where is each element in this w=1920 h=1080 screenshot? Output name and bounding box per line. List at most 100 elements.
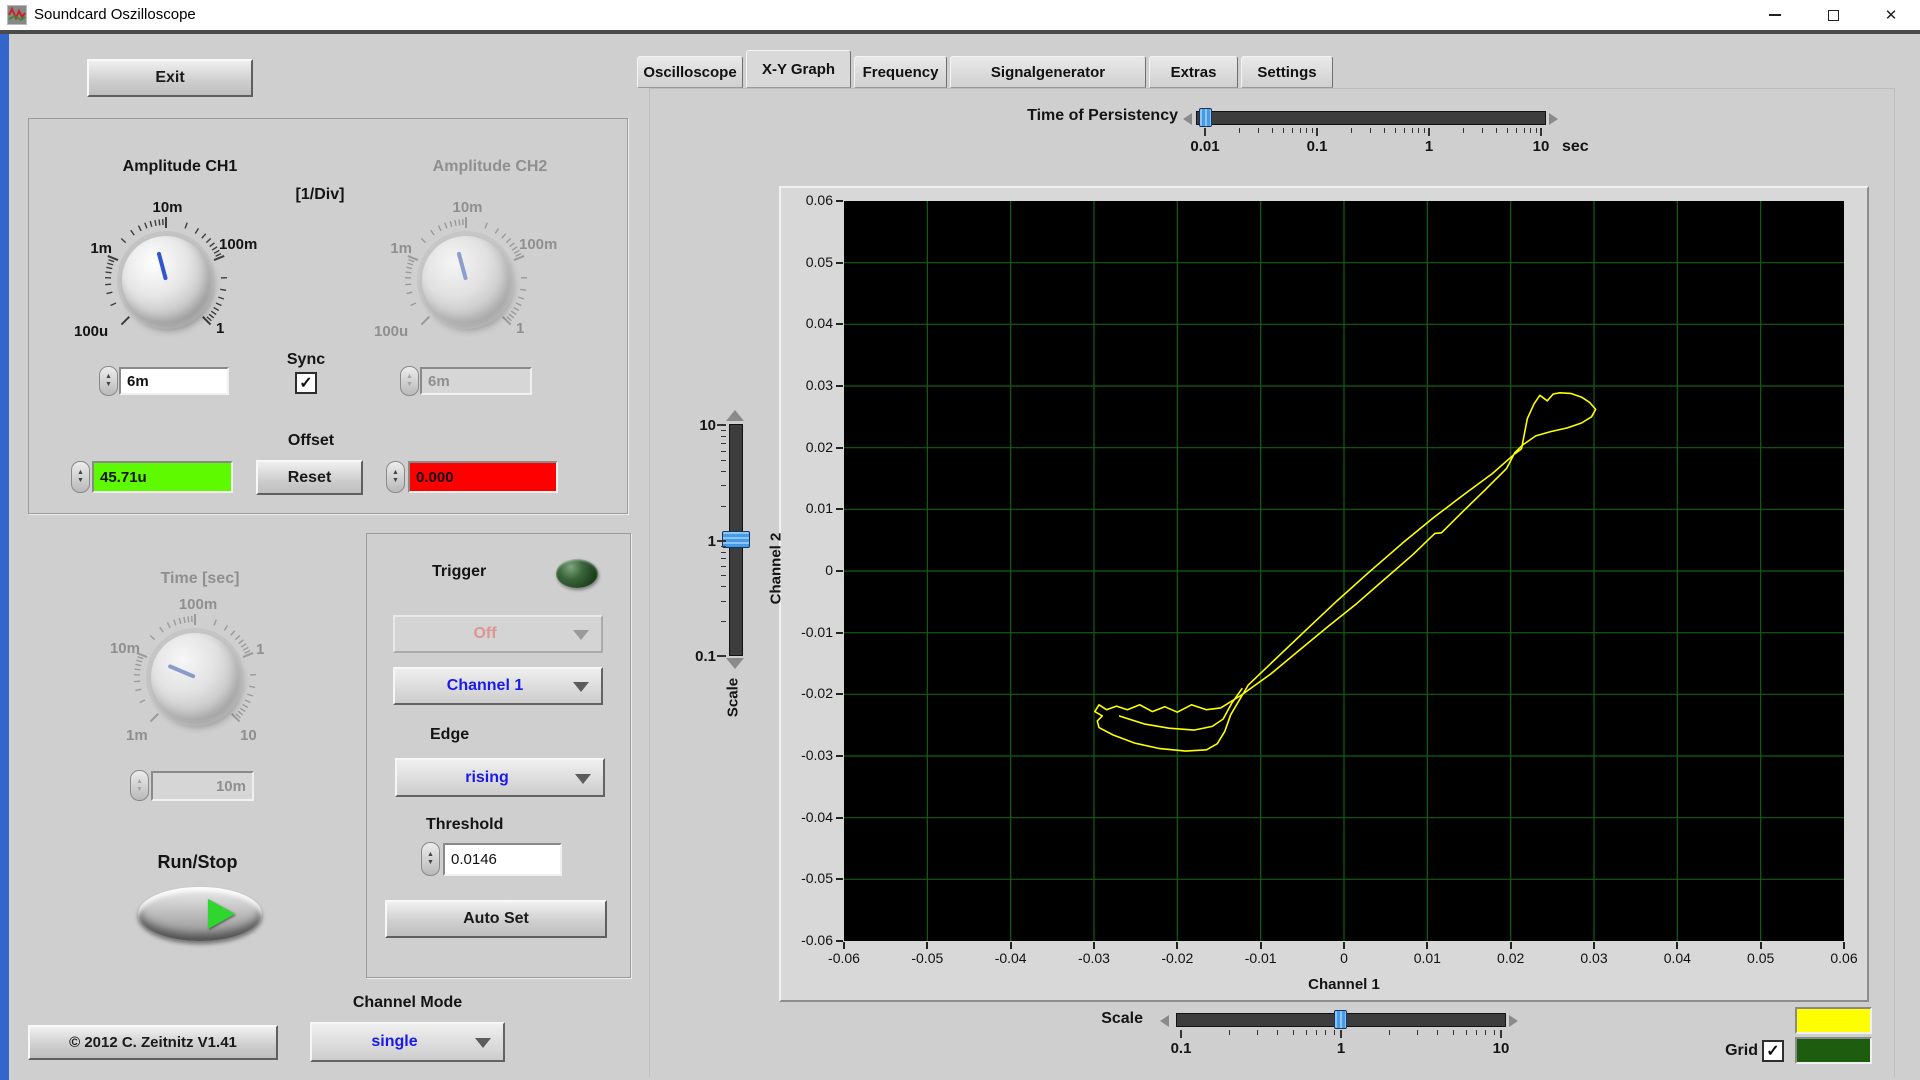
trigger-source-dropdown[interactable]: Channel 1 bbox=[393, 667, 603, 705]
app-icon bbox=[7, 5, 27, 25]
offset-label: Offset bbox=[287, 432, 335, 449]
hscale-left-arrow[interactable] bbox=[1160, 1015, 1169, 1027]
window-title: Soundcard Oszilloscope bbox=[34, 6, 196, 23]
tab-settings[interactable]: Settings bbox=[1241, 56, 1333, 88]
tick bbox=[721, 545, 726, 547]
time-label-100m: 100m bbox=[178, 596, 218, 613]
grid-color-swatch[interactable] bbox=[1795, 1037, 1872, 1064]
x-axis-label: Channel 1 bbox=[1308, 976, 1380, 993]
time-label-10m: 10m bbox=[109, 640, 140, 657]
exit-button[interactable]: Exit bbox=[87, 59, 253, 97]
copyright-button[interactable]: © 2012 C. Zeitnitz V1.41 bbox=[28, 1025, 278, 1060]
sync-label: Sync bbox=[286, 351, 326, 368]
x-tick-label: -0.02 bbox=[1161, 950, 1194, 966]
run-stop-label: Run/Stop bbox=[157, 852, 238, 872]
tab-signalgenerator[interactable]: Signalgenerator bbox=[950, 56, 1146, 88]
maximize-button[interactable] bbox=[1804, 0, 1862, 30]
tick bbox=[1530, 128, 1532, 133]
tick bbox=[1500, 1030, 1502, 1038]
amplitude-ch2-knob[interactable] bbox=[422, 236, 510, 324]
time-label-10: 10 bbox=[240, 727, 257, 744]
trigger-mode-dropdown[interactable]: Off bbox=[393, 615, 603, 653]
amplitude-ch1-knob[interactable] bbox=[122, 236, 210, 324]
offset-ch1-spinner[interactable]: ▲ ▼ bbox=[71, 461, 90, 493]
vscale-slider-handle[interactable] bbox=[722, 531, 750, 548]
threshold-spinner[interactable]: ▲ ▼ bbox=[421, 842, 440, 876]
trace-color-swatch[interactable] bbox=[1795, 1007, 1872, 1034]
hscale-label: Scale bbox=[1101, 1010, 1143, 1027]
y-tick-mark bbox=[836, 878, 843, 881]
window-left-border bbox=[0, 34, 9, 1080]
tab-oscilloscope[interactable]: Oscilloscope bbox=[637, 56, 743, 88]
persistency-slider-track[interactable] bbox=[1196, 111, 1546, 125]
minimize-button[interactable] bbox=[1746, 0, 1804, 30]
persistency-left-arrow[interactable] bbox=[1183, 113, 1192, 125]
x-tick-label: 0.06 bbox=[1830, 950, 1858, 966]
x-tick-mark bbox=[926, 942, 929, 949]
amplitude-ch1-value[interactable]: 6m bbox=[119, 367, 229, 395]
close-button[interactable]: ✕ bbox=[1862, 0, 1920, 30]
x-tick-mark bbox=[1509, 942, 1512, 949]
x-tick-mark bbox=[1093, 942, 1095, 949]
persistency-slider-handle[interactable] bbox=[1199, 108, 1212, 127]
time-knob[interactable] bbox=[151, 633, 239, 721]
x-tick-label: 0.04 bbox=[1663, 950, 1691, 966]
offset-ch1-value[interactable]: 45.71u bbox=[92, 461, 233, 493]
tick bbox=[1452, 1030, 1454, 1035]
time-spinner[interactable]: ▲ ▼ bbox=[130, 770, 149, 801]
hscale-right-arrow[interactable] bbox=[1509, 1015, 1518, 1027]
tick bbox=[1535, 128, 1537, 133]
channel-mode-dropdown[interactable]: single bbox=[310, 1022, 505, 1062]
trigger-edge-dropdown[interactable]: rising bbox=[395, 758, 605, 797]
knob-label-10m: 10m bbox=[152, 199, 183, 216]
tick bbox=[1389, 1030, 1391, 1035]
y-tick-label: 0.02 bbox=[805, 438, 833, 455]
offset-ch2-spinner[interactable]: ▲ ▼ bbox=[386, 461, 405, 493]
amplitude-groupbox bbox=[28, 118, 628, 514]
y-tick-label: 0.03 bbox=[805, 377, 833, 393]
threshold-input[interactable]: 0.0146 bbox=[443, 843, 562, 876]
tick bbox=[721, 600, 726, 602]
persistency-label: Time of Persistency bbox=[1027, 107, 1178, 124]
vscale-up-arrow[interactable] bbox=[726, 410, 744, 421]
offset-reset-button[interactable]: Reset bbox=[256, 460, 363, 495]
amplitude-ch2-spinner[interactable]: ▲ ▼ bbox=[400, 366, 419, 396]
tick bbox=[1493, 1030, 1495, 1035]
y-tick-mark bbox=[836, 816, 843, 819]
auto-set-button[interactable]: Auto Set bbox=[385, 900, 607, 938]
amplitude-ch2-value[interactable]: 6m bbox=[420, 367, 532, 395]
amplitude-ch1-spinner[interactable]: ▲ ▼ bbox=[99, 366, 118, 396]
knob2-label-1: 1 bbox=[516, 320, 525, 337]
tick bbox=[717, 539, 726, 542]
tab-frequency[interactable]: Frequency bbox=[854, 56, 947, 88]
x-tick-mark bbox=[1593, 942, 1595, 949]
edge-label: Edge bbox=[430, 726, 470, 743]
tab-extras[interactable]: Extras bbox=[1149, 56, 1238, 88]
trigger-mode-value: Off bbox=[473, 625, 497, 642]
tick bbox=[1476, 1030, 1478, 1035]
time-value[interactable]: 10m bbox=[151, 771, 254, 801]
tick bbox=[1411, 128, 1413, 133]
tick bbox=[1462, 128, 1464, 133]
threshold-label: Threshold bbox=[426, 816, 504, 833]
offset-ch2-value[interactable]: 0.000 bbox=[408, 461, 558, 493]
x-tick-mark bbox=[1343, 942, 1345, 949]
persistency-right-arrow[interactable] bbox=[1549, 113, 1558, 125]
run-stop-button[interactable] bbox=[138, 887, 262, 941]
tab-x-y-graph[interactable]: X-Y Graph bbox=[746, 50, 851, 88]
hscale-slider-handle[interactable] bbox=[1334, 1010, 1347, 1029]
grid-label: Grid bbox=[1725, 1042, 1758, 1059]
tick bbox=[1325, 1030, 1327, 1035]
tick bbox=[1316, 1030, 1318, 1035]
tick bbox=[717, 424, 726, 426]
tick bbox=[721, 586, 726, 588]
y-tick-mark bbox=[836, 631, 843, 634]
grid-checkbox[interactable]: ✓ bbox=[1762, 1040, 1784, 1062]
x-tick-label: -0.01 bbox=[1244, 950, 1277, 966]
sync-checkbox[interactable]: ✓ bbox=[295, 372, 317, 394]
y-tick-mark bbox=[836, 508, 843, 511]
amplitude-ch1-title: Amplitude CH1 bbox=[122, 158, 238, 175]
tick bbox=[721, 505, 726, 507]
tick bbox=[721, 442, 726, 444]
y-tick-label: -0.01 bbox=[801, 623, 833, 640]
